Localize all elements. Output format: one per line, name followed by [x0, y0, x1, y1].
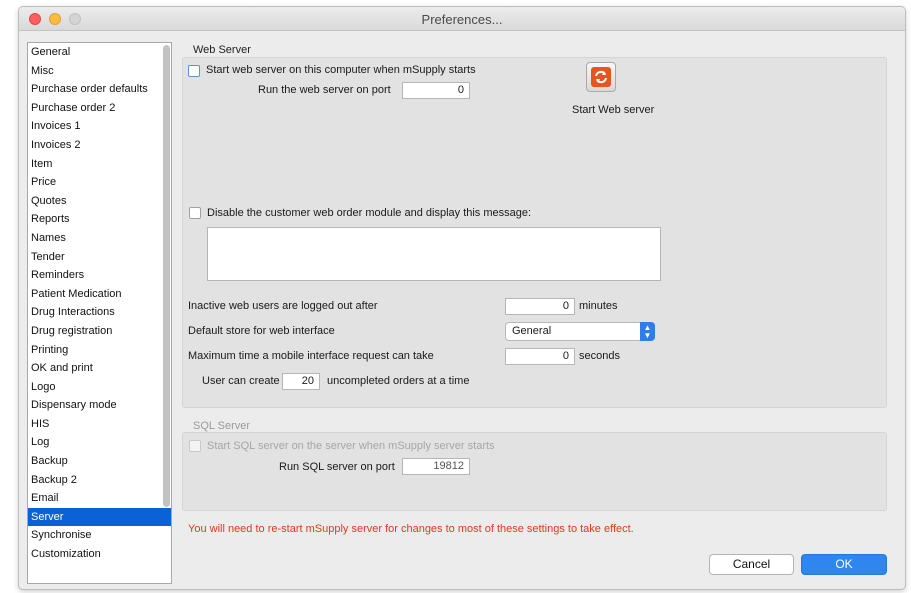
sidebar-item-patient-medication[interactable]: Patient Medication — [28, 285, 171, 304]
sql-server-port-input[interactable]: 19812 — [402, 458, 470, 475]
default-store-label: Default store for web interface — [188, 325, 335, 337]
sidebar-item-synchronise[interactable]: Synchronise — [28, 526, 171, 545]
sidebar-item-backup-2[interactable]: Backup 2 — [28, 471, 171, 490]
disable-web-order-checkbox[interactable] — [189, 207, 201, 219]
max-request-time-unit: seconds — [579, 350, 620, 362]
sidebar-item-customization[interactable]: Customization — [28, 545, 171, 564]
sidebar-item-email[interactable]: Email — [28, 489, 171, 508]
sidebar-item-drug-registration[interactable]: Drug registration — [28, 322, 171, 341]
sidebar-scrollbar[interactable] — [163, 45, 170, 507]
sql-server-section-title: SQL Server — [193, 420, 251, 432]
sidebar-item-ok-and-print[interactable]: OK and print — [28, 359, 171, 378]
sidebar-item-purchase-order-defaults[interactable]: Purchase order defaults — [28, 80, 171, 99]
inactive-logout-label: Inactive web users are logged out after — [188, 300, 378, 312]
start-web-server-checkbox[interactable] — [188, 65, 200, 77]
ok-button[interactable]: OK — [801, 554, 887, 575]
max-request-time-input[interactable]: 0 — [505, 348, 575, 365]
sidebar-item-item[interactable]: Item — [28, 155, 171, 174]
sync-arrows-icon — [591, 67, 611, 87]
disable-web-order-label: Disable the customer web order module an… — [207, 207, 532, 219]
start-sql-server-checkbox[interactable] — [189, 440, 201, 452]
web-server-port-input[interactable]: 0 — [402, 82, 470, 99]
sidebar-item-drug-interactions[interactable]: Drug Interactions — [28, 303, 171, 322]
web-order-message-textarea[interactable] — [207, 227, 661, 281]
sidebar-item-quotes[interactable]: Quotes — [28, 192, 171, 211]
user-create-suffix: uncompleted orders at a time — [327, 375, 470, 387]
start-sql-server-label: Start SQL server on the server when mSup… — [207, 440, 495, 452]
title-bar: Preferences... — [19, 7, 905, 31]
sidebar-item-server[interactable]: Server — [28, 507, 171, 527]
sidebar-item-price[interactable]: Price — [28, 173, 171, 192]
sidebar-item-logo[interactable]: Logo — [28, 378, 171, 397]
sql-server-port-label: Run SQL server on port — [279, 461, 395, 473]
user-create-orders-input[interactable]: 20 — [282, 373, 320, 390]
sidebar-item-backup[interactable]: Backup — [28, 452, 171, 471]
sidebar-item-dispensary-mode[interactable]: Dispensary mode — [28, 396, 171, 415]
sidebar-item-reminders[interactable]: Reminders — [28, 266, 171, 285]
default-store-select[interactable]: General ▲ ▼ — [505, 322, 655, 341]
sidebar-item-his[interactable]: HIS — [28, 415, 171, 434]
start-web-server-label: Start web server on this computer when m… — [206, 64, 476, 76]
start-web-server-button[interactable] — [586, 62, 616, 92]
restart-warning: You will need to re-start mSupply server… — [188, 523, 634, 535]
sidebar-item-tender[interactable]: Tender — [28, 248, 171, 267]
user-create-label: User can create — [202, 375, 280, 387]
inactive-logout-input[interactable]: 0 — [505, 298, 575, 315]
web-server-port-label: Run the web server on port — [258, 84, 391, 96]
sidebar-item-misc[interactable]: Misc — [28, 62, 171, 81]
category-list: General Misc Purchase order defaults Purcha… — [28, 43, 171, 564]
sidebar-item-invoices-1[interactable]: Invoices 1 — [28, 117, 171, 136]
sidebar-item-log[interactable]: Log — [28, 433, 171, 452]
sidebar-item-purchase-order-2[interactable]: Purchase order 2 — [28, 99, 171, 118]
window-title: Preferences... — [421, 12, 503, 27]
select-stepper-icon: ▲ ▼ — [640, 322, 655, 341]
sidebar-item-names[interactable]: Names — [28, 229, 171, 248]
preferences-category-list[interactable]: General Misc Purchase order defaults Purcha… — [27, 42, 172, 584]
inactive-logout-unit: minutes — [579, 300, 618, 312]
sidebar-item-reports[interactable]: Reports — [28, 210, 171, 229]
web-server-section-title: Web Server — [193, 44, 251, 56]
sidebar-item-general[interactable]: General — [28, 43, 171, 62]
sidebar-item-printing[interactable]: Printing — [28, 341, 171, 360]
sidebar-item-invoices-2[interactable]: Invoices 2 — [28, 136, 171, 155]
cancel-button[interactable]: Cancel — [709, 554, 794, 575]
max-request-time-label: Maximum time a mobile interface request … — [188, 350, 434, 362]
default-store-value: General — [512, 325, 552, 337]
start-web-server-button-label[interactable]: Start Web server — [572, 104, 654, 116]
